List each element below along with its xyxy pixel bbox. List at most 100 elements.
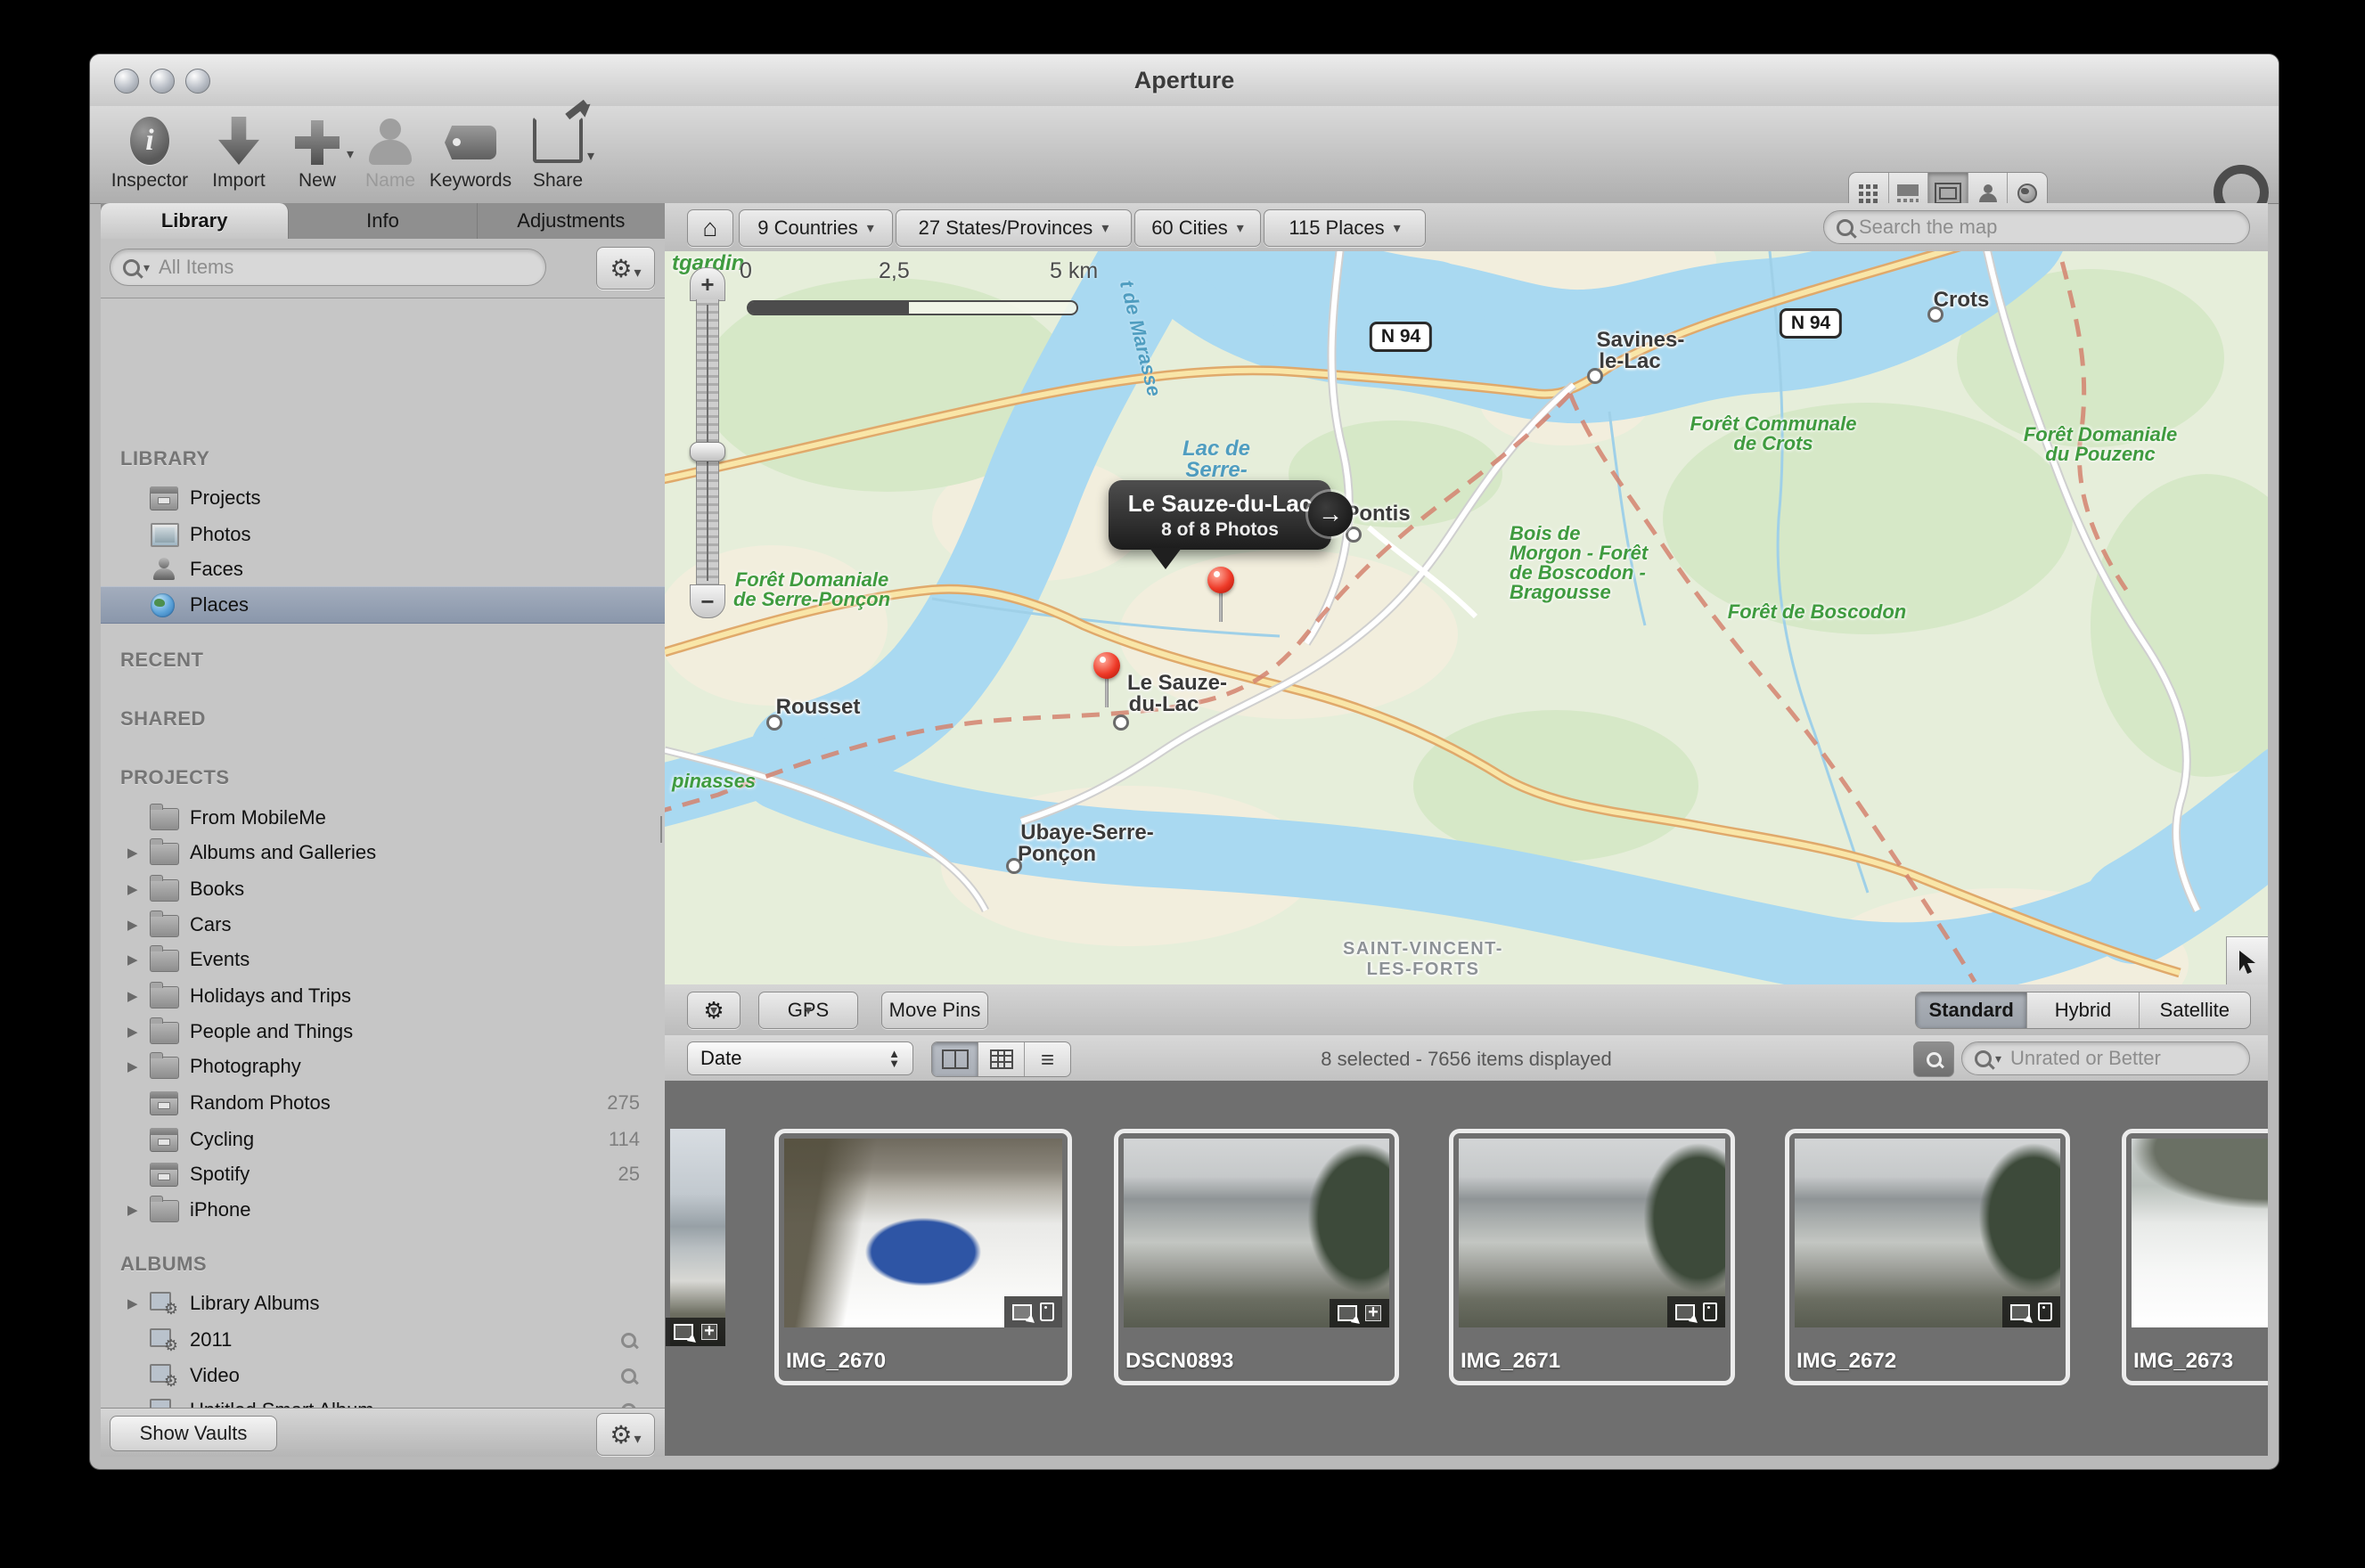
pin-stick <box>1219 590 1223 622</box>
gps-button[interactable]: GPS▾ <box>758 992 858 1029</box>
disclosure-triangle-icon[interactable]: ▶ <box>127 881 138 897</box>
callout-subtitle: 8 of 8 Photos <box>1109 519 1331 541</box>
thumbnail-img-2670[interactable]: IMG_2670 <box>774 1129 1072 1385</box>
map-type-satellite[interactable]: Satellite <box>2140 992 2250 1028</box>
chevron-down-icon: ▾ <box>143 260 150 275</box>
scale-mid-label: 2,5 <box>879 258 910 284</box>
sidebar-item-from-mobileme[interactable]: From MobileMe <box>101 800 665 836</box>
smart-album-search-icon[interactable] <box>621 1368 636 1384</box>
thumbnail-name: IMG_2673 <box>2133 1349 2233 1374</box>
rating-filter-input[interactable] <box>2009 1046 2237 1071</box>
map-gear-button[interactable]: ⚙▾ <box>687 992 741 1029</box>
map-search-input[interactable] <box>1857 215 2237 240</box>
place-callout[interactable]: Le Sauze-du-Lac 8 of 8 Photos <box>1109 480 1331 550</box>
sidebar-item-2011[interactable]: 2011 <box>101 1322 665 1358</box>
disclosure-triangle-icon[interactable]: ▶ <box>127 845 138 861</box>
sidebar-item-video[interactable]: Video <box>101 1358 665 1393</box>
disclosure-triangle-icon[interactable]: ▶ <box>127 1202 138 1218</box>
title-bar: Aperture <box>90 54 2279 107</box>
map-canvas[interactable]: + − 0 2,5 5 km N 94 N 94 Lac de Serre- t… <box>665 251 2268 984</box>
thumbnail-photo <box>784 1139 1062 1327</box>
browser-control-bar: Date ▲▼ ≡ 8 selected - 7656 items displa… <box>665 1035 2268 1082</box>
town-label-saint-vincent: SAINT-VINCENT- <box>1343 939 1503 960</box>
thumbnail-badges: + <box>666 1318 725 1346</box>
sidebar-item-albums-and-galleries[interactable]: ▶ Albums and Galleries <box>101 835 665 870</box>
disclosure-triangle-icon[interactable]: ▶ <box>127 917 138 933</box>
sort-popup[interactable]: Date ▲▼ <box>687 1041 913 1075</box>
versions-badge-icon <box>1012 1304 1032 1320</box>
sidebar-gear-button[interactable]: ⚙▾ <box>596 1413 655 1456</box>
countries-button[interactable]: 9 Countries▾ <box>739 209 893 247</box>
rating-filter-field[interactable]: ▾ <box>1961 1041 2250 1075</box>
view-grid-button[interactable] <box>978 1042 1025 1076</box>
sidebar-search-input[interactable] <box>157 255 533 280</box>
disclosure-triangle-icon[interactable]: ▶ <box>127 951 138 968</box>
sidebar-item-random-photos[interactable]: Random Photos 275 <box>101 1085 665 1121</box>
thumbnail-partial[interactable]: + <box>670 1129 725 1346</box>
map-home-button[interactable]: ⌂ <box>687 209 733 247</box>
sidebar-item-people-and-things[interactable]: ▶ People and Things <box>101 1014 665 1049</box>
sidebar-item-spotify[interactable]: Spotify 25 <box>101 1156 665 1192</box>
filter-hud-button[interactable] <box>1913 1041 1954 1077</box>
disclosure-triangle-icon[interactable]: ▶ <box>127 1024 138 1040</box>
sidebar-search-gear-button[interactable]: ⚙▾ <box>596 247 655 290</box>
map-type-hybrid[interactable]: Hybrid <box>2027 992 2139 1028</box>
zoom-slider-thumb[interactable] <box>690 442 725 461</box>
chevron-down-icon: ▾ <box>587 147 594 165</box>
forest-label: de Crots <box>1733 432 1813 455</box>
town-label-le-sauze: du-Lac <box>1129 692 1199 717</box>
keywords-button[interactable]: Keywords <box>421 113 520 192</box>
stepper-arrows-icon: ▲▼ <box>888 1049 900 1068</box>
tab-library[interactable]: Library <box>101 203 289 239</box>
smart-album-search-icon[interactable] <box>621 1333 636 1348</box>
states-button[interactable]: 27 States/Provinces▾ <box>896 209 1132 247</box>
thumbnail-img-2673[interactable]: IMG_2673 <box>2122 1129 2268 1385</box>
sidebar-item-library-albums[interactable]: ▶ Library Albums <box>101 1286 665 1321</box>
sidebar-item-events[interactable]: ▶ Events <box>101 942 665 977</box>
sidebar-item-places[interactable]: Places <box>101 586 665 624</box>
sidebar-item-cycling[interactable]: Cycling 114 <box>101 1122 665 1157</box>
sidebar-item-projects[interactable]: Projects <box>101 480 665 516</box>
disclosure-triangle-icon[interactable]: ▶ <box>127 988 138 1004</box>
town-label-rousset: Rousset <box>776 695 861 720</box>
sidebar-item-cars[interactable]: ▶ Cars <box>101 907 665 943</box>
sidebar-item-faces[interactable]: Faces <box>101 551 665 587</box>
zoom-in-button[interactable]: + <box>690 267 725 301</box>
map-type-standard[interactable]: Standard <box>1916 992 2027 1028</box>
inspector-button[interactable]: i Inspector <box>101 113 199 192</box>
map-corner-cursor-button[interactable] <box>2226 936 2268 984</box>
project-icon <box>150 1128 178 1152</box>
sidebar-item-photos[interactable]: Photos <box>101 517 665 552</box>
sidebar-item-holidays-and-trips[interactable]: ▶ Holidays and Trips <box>101 978 665 1014</box>
tab-info[interactable]: Info <box>289 203 477 239</box>
thumbnail-name: IMG_2672 <box>1796 1349 1896 1374</box>
thumbnail-img-2671[interactable]: IMG_2671 <box>1449 1129 1735 1385</box>
tab-adjustments[interactable]: Adjustments <box>478 203 665 239</box>
callout-detail-button[interactable]: → <box>1308 492 1353 536</box>
places-button[interactable]: 115 Places▾ <box>1264 209 1426 247</box>
show-vaults-button[interactable]: Show Vaults <box>110 1416 277 1451</box>
smart-album-icon <box>150 1328 176 1352</box>
cities-button[interactable]: 60 Cities▾ <box>1134 209 1261 247</box>
sidebar-item-iphone[interactable]: ▶ iPhone <box>101 1192 665 1228</box>
faces-icon <box>152 558 176 581</box>
thumbnail-dscn0893[interactable]: + DSCN0893 <box>1114 1129 1399 1385</box>
share-button[interactable]: ▾ Share <box>509 113 607 192</box>
thumbnail-img-2672[interactable]: IMG_2672 <box>1785 1129 2070 1385</box>
zoom-out-button[interactable]: − <box>690 584 725 618</box>
sidebar-item-photography[interactable]: ▶ Photography <box>101 1049 665 1084</box>
disclosure-triangle-icon[interactable]: ▶ <box>127 1058 138 1074</box>
viewer-icon <box>1935 183 1961 204</box>
move-pins-button[interactable]: Move Pins <box>881 992 988 1029</box>
grid-icon <box>990 1049 1013 1069</box>
sidebar-item-books[interactable]: ▶ Books <box>101 871 665 907</box>
disclosure-triangle-icon[interactable]: ▶ <box>127 1295 138 1311</box>
view-filmstrip-button[interactable] <box>932 1042 978 1076</box>
thumbnail-badges <box>2002 1296 2060 1327</box>
sidebar-search-field[interactable]: ▾ <box>110 249 546 286</box>
scale-end-label: 5 km <box>1050 258 1098 284</box>
town-marker <box>1927 306 1944 323</box>
map-search-field[interactable] <box>1823 210 2250 244</box>
grid-icon <box>1859 184 1878 203</box>
view-list-button[interactable]: ≡ <box>1025 1042 1070 1076</box>
